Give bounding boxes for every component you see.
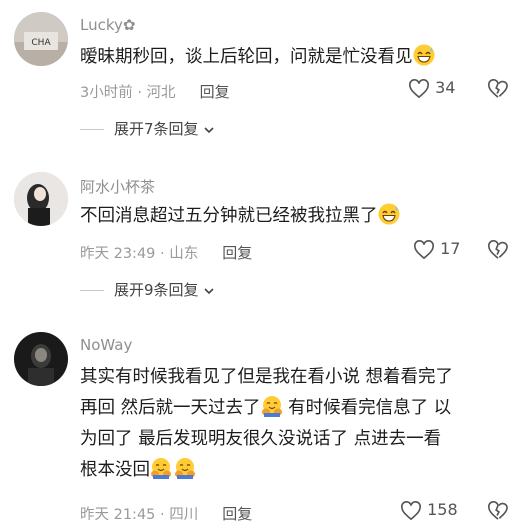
- reply-button[interactable]: 回复: [222, 244, 252, 262]
- comment-text: 其实有时候我看见了但是我在看小说 想着看完了 再回 然后就一天过去了 有时候看完…: [80, 362, 510, 486]
- username[interactable]: Lucky✿: [80, 16, 135, 34]
- chevron-down-icon: [203, 287, 214, 294]
- comment-text-fragment: 有时候看完信息了 以: [282, 398, 452, 418]
- expand-replies-button[interactable]: 展开9条回复: [80, 279, 215, 300]
- time-location: 3小时前 · 河北: [80, 85, 176, 101]
- comment-text-body: 暧昧期秒回，谈上后轮回，问就是忙没看见: [80, 47, 413, 67]
- comment-text-fragment: 再回 然后就一天过去了: [80, 398, 261, 418]
- expand-replies-label: 展开9条回复: [114, 281, 199, 299]
- grinning-sweat-emoji-icon: [413, 44, 435, 66]
- avatar[interactable]: [14, 172, 68, 226]
- avatar[interactable]: [14, 332, 68, 386]
- grinning-sweat-emoji-icon: [378, 203, 400, 225]
- hugging-emoji-icon: [150, 457, 172, 479]
- like-button[interactable]: 17: [413, 239, 460, 260]
- expand-replies-button[interactable]: 展开7条回复: [80, 118, 215, 139]
- comment-text-line: 根本没回: [80, 455, 510, 486]
- hugging-emoji-icon: [261, 395, 283, 417]
- like-count: 158: [427, 500, 458, 519]
- reply-button[interactable]: 回复: [200, 83, 230, 101]
- like-count: 34: [435, 78, 456, 97]
- dislike-button[interactable]: [487, 500, 509, 521]
- broken-heart-icon: [488, 78, 508, 98]
- divider-line: [80, 129, 104, 130]
- expand-replies-label: 展开7条回复: [114, 120, 199, 138]
- avatar[interactable]: CHA: [14, 12, 68, 66]
- time-location: 昨天 21:45 · 四川: [80, 507, 199, 523]
- broken-heart-icon: [488, 500, 508, 520]
- comment-meta: 昨天 23:49 · 山东 回复: [80, 242, 252, 263]
- chevron-down-icon: [203, 126, 214, 133]
- comment-text: 不回消息超过五分钟就已经被我拉黑了: [80, 201, 510, 232]
- heart-icon: [409, 78, 429, 98]
- svg-text:CHA: CHA: [31, 38, 51, 48]
- hugging-emoji-icon: [174, 457, 196, 479]
- comment-text-line: 再回 然后就一天过去了 有时候看完信息了 以: [80, 393, 510, 424]
- comment-text-line: 其实有时候我看见了但是我在看小说 想着看完了: [80, 367, 454, 387]
- username[interactable]: 阿水小杯茶: [80, 176, 155, 197]
- divider-line: [80, 290, 104, 291]
- comment-text-fragment: 根本没回: [80, 460, 150, 480]
- dislike-button[interactable]: [487, 239, 509, 260]
- broken-heart-icon: [488, 239, 508, 259]
- like-button[interactable]: 34: [408, 78, 455, 99]
- heart-icon: [414, 239, 434, 259]
- reply-button[interactable]: 回复: [222, 505, 252, 523]
- comment-meta: 昨天 21:45 · 四川 回复: [80, 503, 252, 524]
- comment-text-line: 为回了 最后发现明友很久没说话了 点进去一看: [80, 429, 442, 449]
- comment-meta: 3小时前 · 河北 回复: [80, 81, 230, 102]
- heart-icon: [401, 500, 421, 520]
- like-count: 17: [440, 239, 461, 258]
- like-button[interactable]: 158: [400, 500, 458, 521]
- time-location: 昨天 23:49 · 山东: [80, 246, 199, 262]
- comment-text: 暧昧期秒回，谈上后轮回，问就是忙没看见: [80, 42, 510, 73]
- comment-text-body: 不回消息超过五分钟就已经被我拉黑了: [80, 206, 378, 226]
- dislike-button[interactable]: [487, 78, 509, 99]
- username[interactable]: NoWay: [80, 336, 132, 354]
